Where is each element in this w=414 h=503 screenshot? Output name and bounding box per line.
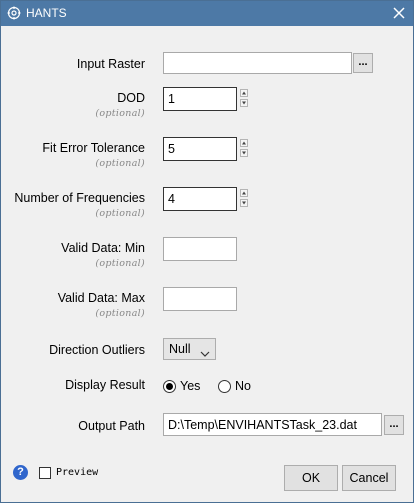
dod-spin-up-icon[interactable] <box>240 89 248 97</box>
hants-dialog: HANTS Input Raster ... DOD (optional) Fi… <box>0 0 414 503</box>
preview-label[interactable]: Preview <box>56 467 98 478</box>
dod-spin-down-icon[interactable] <box>240 99 248 107</box>
output-path-label: Output Path <box>78 419 145 433</box>
dod-label: DOD <box>117 91 145 105</box>
radio-selected-dot <box>166 383 173 390</box>
display-result-no-radio[interactable] <box>218 380 231 393</box>
close-icon[interactable] <box>391 5 407 21</box>
display-result-label: Display Result <box>65 378 145 392</box>
number-of-frequencies-label: Number of Frequencies <box>14 191 145 205</box>
display-result-no-label[interactable]: No <box>235 379 251 393</box>
display-result-yes-radio[interactable] <box>163 380 176 393</box>
valid-data-max-field[interactable] <box>163 287 237 311</box>
cancel-button[interactable]: Cancel <box>342 465 396 491</box>
valid-data-max-label: Valid Data: Max <box>57 291 145 305</box>
direction-outliers-select[interactable]: Null <box>163 338 216 360</box>
fit-error-tolerance-optional-label: (optional) <box>95 158 145 169</box>
fit-error-tolerance-field[interactable] <box>163 137 237 161</box>
dod-field[interactable] <box>163 87 237 111</box>
output-path-field[interactable] <box>163 413 382 436</box>
number-of-frequencies-field[interactable] <box>163 187 237 211</box>
direction-outliers-value: Null <box>169 342 191 356</box>
number-of-frequencies-spin-up-icon[interactable] <box>240 189 248 197</box>
fit-error-tolerance-label: Fit Error Tolerance <box>42 141 145 155</box>
direction-outliers-label: Direction Outliers <box>49 343 145 357</box>
fit-error-tolerance-spin-up-icon[interactable] <box>240 139 248 147</box>
number-of-frequencies-spin-down-icon[interactable] <box>240 199 248 207</box>
input-raster-field[interactable] <box>163 52 352 74</box>
preview-checkbox[interactable] <box>39 467 51 479</box>
help-icon[interactable]: ? <box>13 465 28 480</box>
window-title: HANTS <box>26 6 67 20</box>
valid-data-min-field[interactable] <box>163 237 237 261</box>
title-bar: HANTS <box>1 1 413 26</box>
ok-button[interactable]: OK <box>284 465 338 491</box>
valid-data-max-optional-label: (optional) <box>95 308 145 319</box>
valid-data-min-optional-label: (optional) <box>95 258 145 269</box>
input-raster-label: Input Raster <box>76 57 145 71</box>
output-path-browse-button[interactable]: ... <box>384 415 404 435</box>
fit-error-tolerance-spin-down-icon[interactable] <box>240 149 248 157</box>
hants-app-icon <box>7 6 21 20</box>
display-result-yes-label[interactable]: Yes <box>180 379 200 393</box>
valid-data-min-label: Valid Data: Min <box>61 241 145 255</box>
chevron-down-icon <box>200 346 210 360</box>
input-raster-browse-button[interactable]: ... <box>353 53 373 73</box>
dod-optional-label: (optional) <box>95 108 145 119</box>
number-of-frequencies-optional-label: (optional) <box>95 208 145 219</box>
